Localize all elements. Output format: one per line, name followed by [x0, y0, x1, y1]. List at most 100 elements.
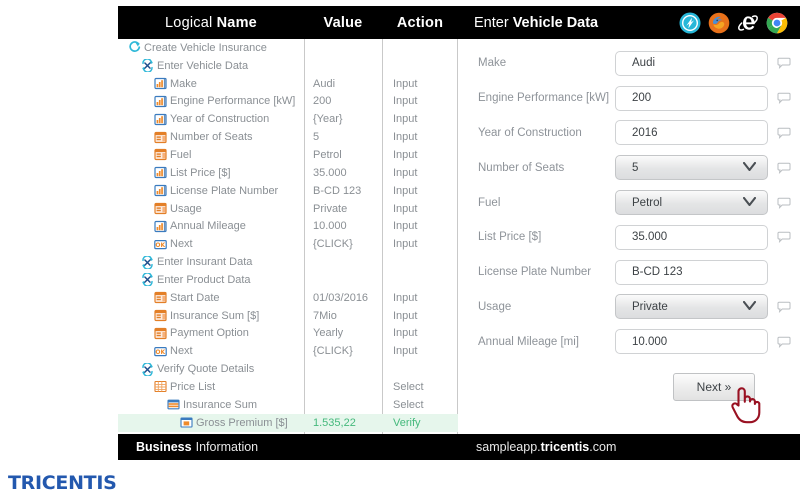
speech-bubble-icon[interactable] [777, 231, 797, 244]
tree-row[interactable]: OK Next {CLICK} Input [118, 342, 458, 360]
dropdown-select[interactable]: 5 [615, 155, 768, 181]
tree-row-action[interactable]: Input [382, 345, 457, 357]
tree-row-name-cell: OK Next [118, 345, 304, 358]
tree-row-value[interactable]: 01/03/2016 [304, 292, 382, 304]
tree-row-action[interactable]: Input [382, 203, 457, 215]
tree-row-value[interactable]: 10.000 [304, 220, 382, 232]
tree-row-value[interactable]: Yearly [304, 327, 382, 339]
form-title: Enter Vehicle Data [474, 15, 598, 31]
tree-row-action[interactable]: Select [382, 381, 457, 393]
tricentis-tosca-icon[interactable] [679, 12, 701, 34]
tree-row[interactable]: Price List Select [118, 378, 458, 396]
tree-row-action[interactable]: Input [382, 131, 457, 143]
tree-row-value[interactable]: 7Mio [304, 310, 382, 322]
field-control [615, 120, 768, 146]
column-header-value: Value [323, 14, 363, 31]
tree-row-label: Engine Performance [kW] [170, 95, 296, 108]
footer-light-text: Information [195, 440, 259, 454]
tree-row[interactable]: Usage Private Input [118, 200, 458, 218]
tree-row[interactable]: Make Audi Input [118, 75, 458, 93]
tree-row-action[interactable]: Input [382, 310, 457, 322]
dropdown-select[interactable]: Private [615, 294, 768, 320]
tree-row-value[interactable]: Audi [304, 78, 382, 90]
tree-row-action[interactable]: Input [382, 78, 457, 90]
tree-row-action[interactable]: Select [382, 399, 457, 411]
tree-row[interactable]: Gross Premium [$] 1.535,22 Verify [118, 413, 458, 432]
dropdown-icon [154, 327, 167, 340]
tree-row[interactable]: Enter Insurant Data [118, 253, 458, 271]
text-input[interactable] [615, 120, 768, 146]
tree-row-value[interactable]: {CLICK} [304, 345, 382, 357]
tree-row-value[interactable]: 200 [304, 95, 382, 107]
tree-row[interactable]: License Plate Number B-CD 123 Input [118, 182, 458, 200]
text-input[interactable] [615, 224, 768, 250]
tree-row-action[interactable]: Input [382, 327, 457, 339]
tree-row[interactable]: Start Date 01/03/2016 Input [118, 289, 458, 307]
tree-row[interactable]: Annual Mileage 10.000 Input [118, 217, 458, 235]
tree-row[interactable]: List Price [$] 35.000 Input [118, 164, 458, 182]
tree-row-action[interactable]: Input [382, 185, 457, 197]
tree-row-label: Enter Insurant Data [157, 256, 253, 269]
tree-row-value[interactable]: Private [304, 203, 382, 215]
tree-row-value[interactable]: 35.000 [304, 167, 382, 179]
field-control [615, 329, 768, 355]
tree-row-action[interactable]: Input [382, 167, 457, 179]
tree-row[interactable]: Insurance Sum [$] 7Mio Input [118, 307, 458, 325]
browser-form-panel: Enter Vehicle Data Make Audi Engine Perf… [458, 6, 800, 460]
tree-row[interactable]: Payment Option Yearly Input [118, 325, 458, 343]
text-input[interactable] [615, 259, 768, 285]
tree-row-value[interactable]: {Year} [304, 113, 382, 125]
text-input[interactable] [615, 50, 768, 76]
chrome-icon[interactable] [766, 12, 788, 34]
dropdown-select[interactable]: Petrol [615, 190, 768, 216]
dropdown-icon [154, 148, 167, 161]
tree-row-value[interactable]: {CLICK} [304, 238, 382, 250]
speech-bubble-icon[interactable] [777, 57, 797, 70]
tree-row-action[interactable]: Verify [382, 417, 457, 429]
speech-bubble-icon[interactable] [777, 92, 797, 105]
dropdown-icon [154, 291, 167, 304]
tree-row[interactable]: Create Vehicle Insurance [118, 39, 458, 57]
tree-row[interactable]: Insurance Sum Select [118, 396, 458, 414]
tree-row[interactable]: Enter Vehicle Data [118, 57, 458, 75]
tree-row[interactable]: Engine Performance [kW] 200 Input [118, 93, 458, 111]
tree-row[interactable]: Enter Product Data [118, 271, 458, 289]
test-step-tree: Create Vehicle Insurance Enter Vehicle Da… [118, 39, 458, 434]
tree-row[interactable]: Fuel Petrol Input [118, 146, 458, 164]
tree-row-value[interactable]: 1.535,22 [304, 417, 382, 429]
speech-bubble-icon[interactable] [777, 336, 797, 348]
chevron-down-icon [742, 161, 757, 174]
speech-bubble-icon[interactable] [777, 127, 797, 139]
tree-row[interactable]: Year of Construction {Year} Input [118, 110, 458, 128]
tree-row[interactable]: Verify Quote Details [118, 360, 458, 378]
business-information-footer: Business Information [118, 434, 458, 460]
tree-row-action[interactable]: Input [382, 220, 457, 232]
process-icon [141, 59, 154, 73]
next-button-row: Next » [458, 373, 800, 424]
speech-bubble-icon[interactable] [777, 197, 797, 209]
speech-bubble-icon[interactable] [777, 301, 797, 313]
text-input[interactable] [615, 329, 768, 355]
text-input[interactable] [615, 85, 768, 111]
tree-row-action[interactable]: Input [382, 292, 457, 304]
tree-row-action[interactable]: Input [382, 95, 457, 107]
tricentis-logo: TRICENTIS [8, 472, 117, 494]
tree-row-value[interactable]: 5 [304, 131, 382, 143]
tree-row-value[interactable]: B-CD 123 [304, 185, 382, 197]
tree-row-name-cell: Enter Vehicle Data [118, 59, 304, 73]
tree-row-action[interactable]: Input [382, 238, 457, 250]
tree-row[interactable]: Number of Seats 5 Input [118, 128, 458, 146]
tree-row-action[interactable]: Input [382, 149, 457, 161]
speech-bubble-icon[interactable] [777, 162, 797, 174]
tree-row-action[interactable]: Input [382, 113, 457, 125]
internet-explorer-icon[interactable] [737, 12, 759, 34]
ok-icon: OK [154, 345, 167, 358]
tree-row-name-cell: Insurance Sum [$] [118, 309, 304, 322]
field-control: Petrol [615, 190, 768, 216]
input-icon [154, 220, 167, 233]
next-button[interactable]: Next » [673, 373, 755, 402]
firefox-icon[interactable] [708, 12, 730, 34]
tree-row[interactable]: OK Next {CLICK} Input [118, 235, 458, 253]
tree-row-value[interactable]: Petrol [304, 149, 382, 161]
test-case-tree-panel: Logical Name Value Action Create Vehicle… [118, 6, 458, 460]
